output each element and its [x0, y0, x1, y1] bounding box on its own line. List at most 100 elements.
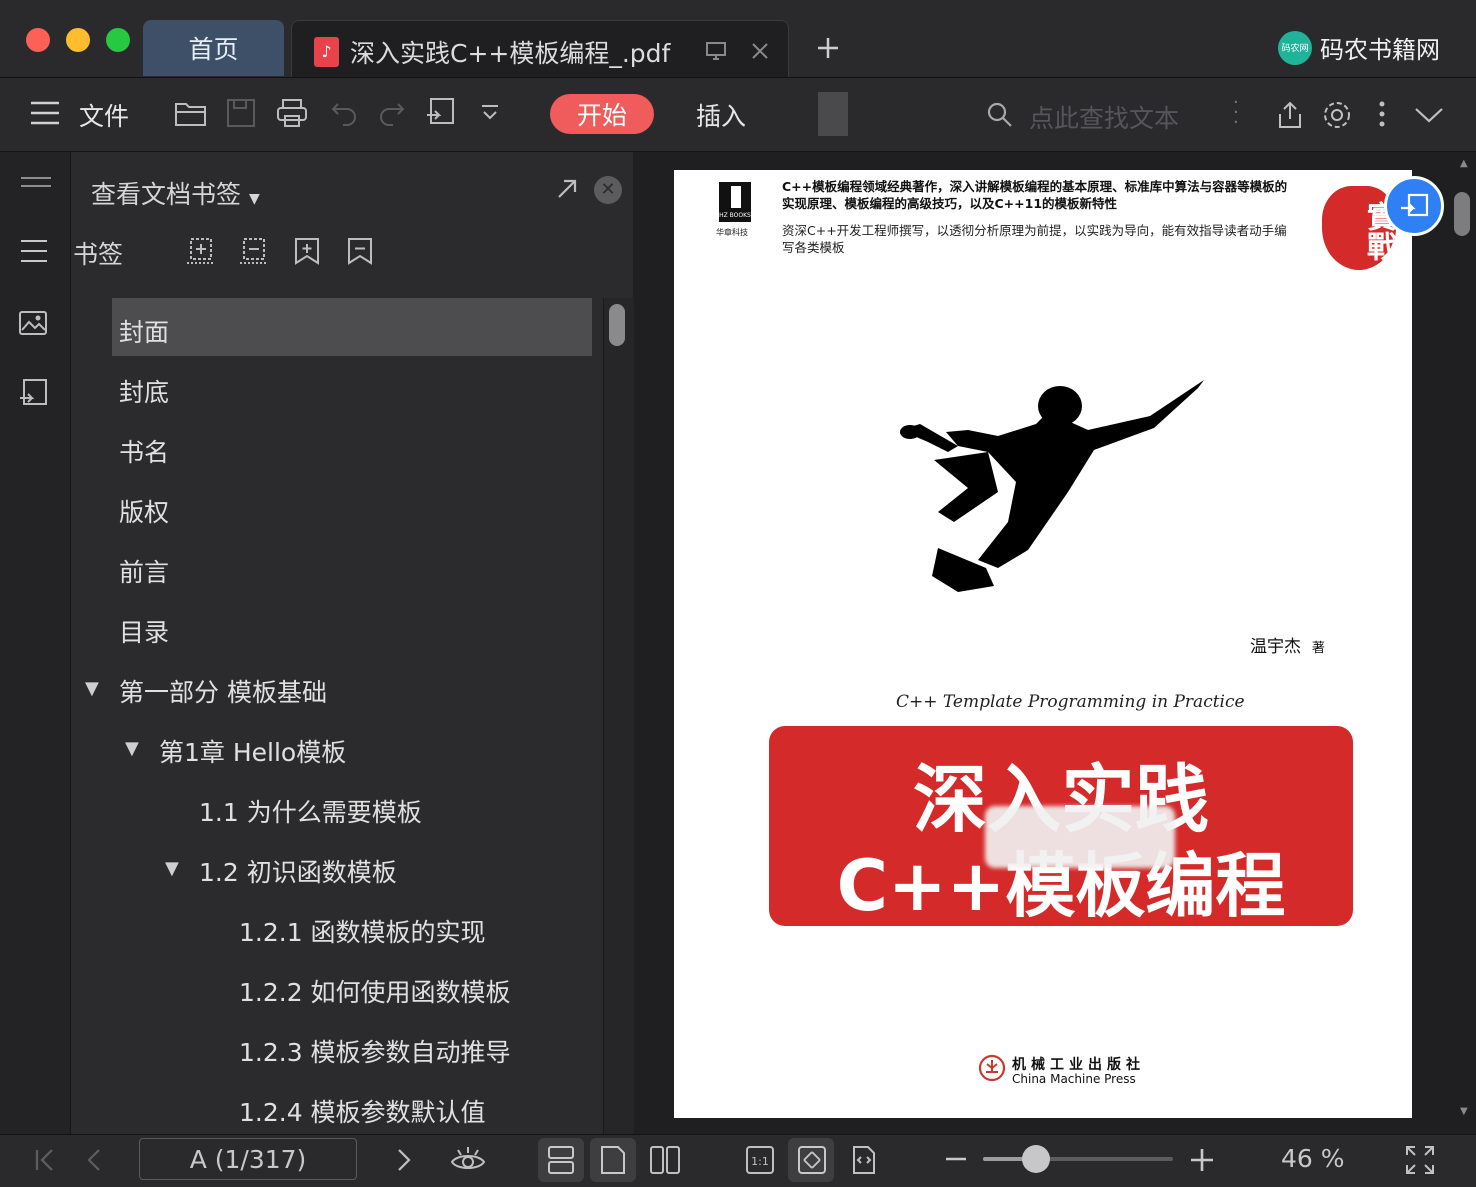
tab-home[interactable]: 首页	[143, 20, 284, 76]
first-page-icon[interactable]	[34, 1148, 56, 1172]
close-panel-icon[interactable]: ✕	[594, 176, 622, 204]
hz-books-logo: HZ BOOKS	[719, 182, 751, 222]
bookmark-item[interactable]: 封底	[119, 373, 169, 409]
zoom-out-icon[interactable]	[944, 1149, 968, 1169]
reading-mode-eye-icon[interactable]	[450, 1144, 486, 1176]
cover-title-block: 深入实践 C++模板编程	[769, 726, 1353, 927]
panel-toggle-icon[interactable]	[20, 176, 52, 188]
search-input[interactable]: 点此查找文本	[1029, 99, 1179, 135]
bookmark-scrollbar[interactable]	[603, 298, 634, 1134]
press-name-cn: 机械工业出版社	[1012, 1057, 1145, 1073]
doc-scroll-thumb[interactable]	[1454, 192, 1470, 236]
next-page-icon[interactable]	[396, 1148, 412, 1172]
export-icon[interactable]	[425, 97, 457, 129]
delete-bookmark-icon[interactable]	[346, 237, 374, 265]
single-page-icon[interactable]	[598, 1144, 628, 1176]
bookmark-item[interactable]: 1.2.3 模板参数自动推导	[239, 1033, 511, 1069]
bookmark-item[interactable]: 书名	[119, 433, 169, 469]
bookmark-item[interactable]: 第1章 Hello模板	[159, 733, 346, 769]
undock-panel-icon[interactable]	[556, 178, 578, 200]
cover-author-suffix: 著	[1311, 641, 1325, 656]
open-folder-icon[interactable]	[174, 98, 208, 128]
convert-icon	[1401, 193, 1429, 217]
prev-page-icon[interactable]	[86, 1148, 102, 1172]
bookmark-item[interactable]: 封面	[119, 313, 169, 349]
fit-width-icon[interactable]	[848, 1144, 880, 1176]
print-icon[interactable]	[276, 98, 308, 128]
bookmark-selection-highlight	[112, 298, 592, 356]
save-icon[interactable]	[226, 98, 256, 128]
cover-blurb-1: C++模板编程领域经典著作，深入讲解模板编程的基本原理、标准库中算法与容器等模板…	[782, 179, 1288, 211]
cover-english-title: C++ Template Programming in Practice	[896, 692, 1245, 712]
bookmark-scroll-thumb[interactable]	[609, 304, 625, 346]
panel-title: 查看文档书签	[91, 180, 242, 209]
bookmark-item[interactable]: 版权	[119, 493, 169, 529]
zoom-in-icon[interactable]	[1189, 1147, 1215, 1173]
bookmark-item[interactable]: 目录	[119, 613, 169, 649]
thumbnails-icon[interactable]	[18, 310, 48, 336]
bookmark-item[interactable]: 1.1 为什么需要模板	[199, 793, 422, 829]
page-number-input[interactable]: A (1/317)	[139, 1138, 357, 1180]
brand[interactable]: 码农网 码农书籍网	[1278, 30, 1440, 65]
zoom-slider-knob[interactable]	[1022, 1145, 1050, 1173]
pdf-page[interactable]: HZ BOOKS 华章科技 C++模板编程领域经典著作，深入讲解模板编程的基本原…	[674, 170, 1412, 1118]
tab-document[interactable]: ♪ 深入实践C++模板编程_.pdf	[291, 20, 789, 77]
insert-tab-button[interactable]: 插入	[696, 97, 746, 133]
doc-scroll-up-icon[interactable]: ▲	[1460, 158, 1468, 169]
pdf-file-icon: ♪	[314, 37, 339, 67]
start-tab-button[interactable]: 开始	[550, 94, 654, 134]
bookmark-item[interactable]: 1.2.2 如何使用函数模板	[239, 973, 511, 1009]
minimize-window-button[interactable]	[66, 28, 90, 52]
zoom-window-button[interactable]	[106, 28, 130, 52]
panel-title-dropdown[interactable]: 查看文档书签 ▼	[91, 175, 260, 211]
hz-books-logo-sub: 华章科技	[716, 228, 748, 237]
cover-author-name: 温宇杰	[1250, 637, 1301, 657]
continuous-scroll-icon[interactable]	[546, 1144, 576, 1176]
actual-size-icon[interactable]: 1:1	[744, 1144, 776, 1176]
share-icon[interactable]	[1276, 100, 1304, 130]
fit-page-icon[interactable]	[796, 1144, 828, 1176]
watermark-blur	[985, 806, 1175, 868]
expand-triangle-icon[interactable]: ▼	[85, 678, 99, 699]
press-logo-icon	[978, 1054, 1006, 1082]
expand-triangle-icon[interactable]: ▼	[165, 858, 179, 879]
bookmark-item[interactable]: 1.2.4 模板参数默认值	[239, 1093, 486, 1129]
title-bar: 首页 ♪ 深入实践C++模板编程_.pdf 码农网 码农书籍网	[0, 0, 1476, 78]
settings-gear-icon[interactable]	[1321, 99, 1353, 131]
fullscreen-icon[interactable]	[1404, 1144, 1436, 1176]
skateboarder-silhouette	[900, 380, 1204, 592]
doc-scroll-down-icon[interactable]: ▼	[1460, 1106, 1468, 1117]
bookmark-item[interactable]: 前言	[119, 553, 169, 589]
zoom-level[interactable]: 46 %	[1281, 1144, 1345, 1173]
hamburger-menu-icon[interactable]	[30, 100, 60, 126]
close-window-button[interactable]	[26, 28, 50, 52]
close-tab-icon[interactable]	[748, 39, 772, 63]
cover-author: 温宇杰 著	[1250, 632, 1325, 657]
hz-books-logo-text: HZ BOOKS	[719, 212, 751, 219]
separator-dots: · · ·	[1233, 92, 1239, 133]
bookmark-item[interactable]: 第一部分 模板基础	[119, 673, 327, 709]
annotations-export-icon[interactable]	[18, 378, 50, 410]
new-tab-icon[interactable]	[816, 36, 840, 60]
start-tab-label: 开始	[576, 101, 627, 130]
expand-triangle-icon[interactable]: ▼	[125, 738, 139, 759]
collapse-toolbar-chevron-icon[interactable]	[1414, 106, 1444, 124]
two-page-icon[interactable]	[648, 1144, 682, 1176]
file-menu[interactable]: 文件	[79, 97, 129, 133]
bookmark-item[interactable]: 1.2.1 函数模板的实现	[239, 913, 486, 949]
remove-bookmark-icon[interactable]	[239, 237, 267, 265]
floating-convert-button[interactable]	[1384, 176, 1444, 236]
more-tools-dropdown-icon[interactable]	[480, 104, 500, 122]
redo-icon[interactable]	[378, 100, 406, 126]
bookmark-item[interactable]: 1.2 初识函数模板	[199, 853, 397, 889]
undo-icon[interactable]	[330, 100, 358, 126]
add-bookmark-icon[interactable]	[186, 237, 214, 265]
press-name-en: China Machine Press	[1012, 1072, 1136, 1086]
tab-document-label: 深入实践C++模板编程_.pdf	[350, 39, 671, 68]
bookmarks-list-icon[interactable]	[20, 238, 48, 264]
search-icon[interactable]	[986, 101, 1014, 129]
tab-overflow-handle[interactable]	[818, 92, 848, 136]
more-options-icon[interactable]	[1376, 100, 1388, 128]
insert-bookmark-icon[interactable]	[293, 237, 321, 265]
monitor-icon[interactable]	[704, 39, 728, 63]
